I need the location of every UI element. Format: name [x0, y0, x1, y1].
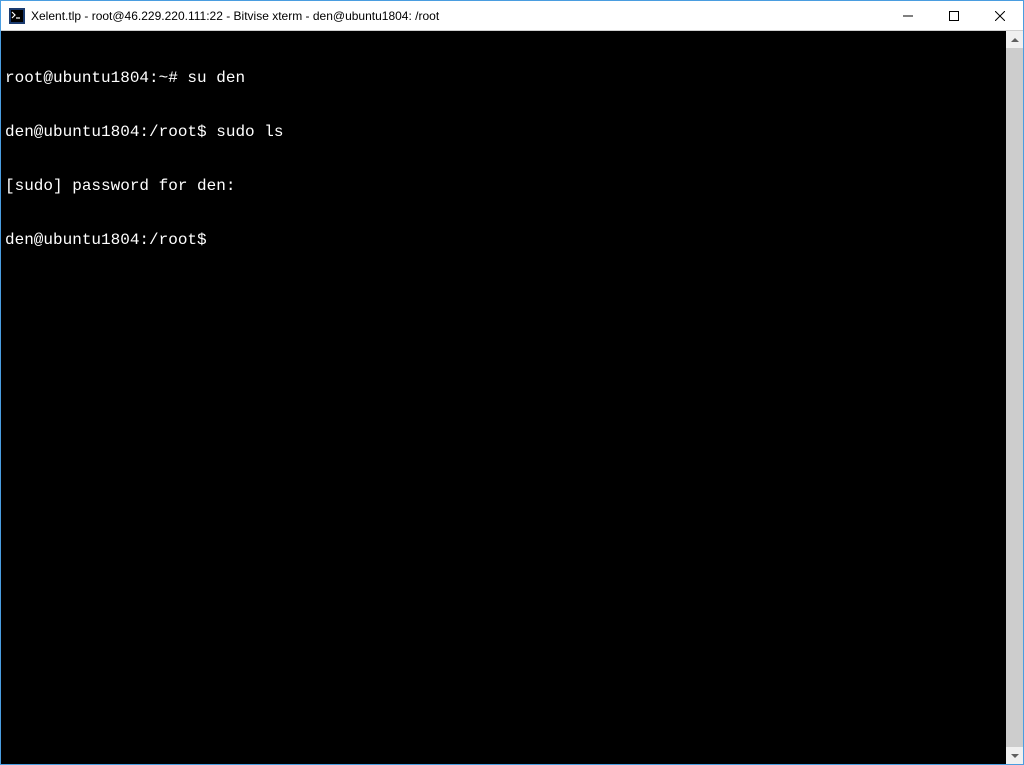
window-controls [885, 1, 1023, 30]
titlebar[interactable]: Xelent.tlp - root@46.229.220.111:22 - Bi… [1, 1, 1023, 31]
scroll-track[interactable] [1006, 48, 1023, 747]
terminal-line: root@ubuntu1804:~# su den [5, 69, 1002, 87]
scroll-down-button[interactable] [1006, 747, 1023, 764]
scroll-thumb[interactable] [1006, 48, 1023, 747]
window-title: Xelent.tlp - root@46.229.220.111:22 - Bi… [31, 9, 885, 23]
terminal-container: root@ubuntu1804:~# su den den@ubuntu1804… [1, 31, 1023, 764]
terminal-line: [sudo] password for den: [5, 177, 1002, 195]
app-icon [9, 8, 25, 24]
terminal-window: Xelent.tlp - root@46.229.220.111:22 - Bi… [0, 0, 1024, 765]
minimize-icon [903, 11, 913, 21]
terminal-line: den@ubuntu1804:/root$ [5, 231, 1002, 249]
maximize-button[interactable] [931, 1, 977, 30]
minimize-button[interactable] [885, 1, 931, 30]
terminal-output[interactable]: root@ubuntu1804:~# su den den@ubuntu1804… [1, 31, 1006, 764]
close-icon [995, 11, 1005, 21]
chevron-down-icon [1011, 754, 1019, 758]
maximize-icon [949, 11, 959, 21]
chevron-up-icon [1011, 38, 1019, 42]
terminal-line: den@ubuntu1804:/root$ sudo ls [5, 123, 1002, 141]
vertical-scrollbar[interactable] [1006, 31, 1023, 764]
close-button[interactable] [977, 1, 1023, 30]
scroll-up-button[interactable] [1006, 31, 1023, 48]
